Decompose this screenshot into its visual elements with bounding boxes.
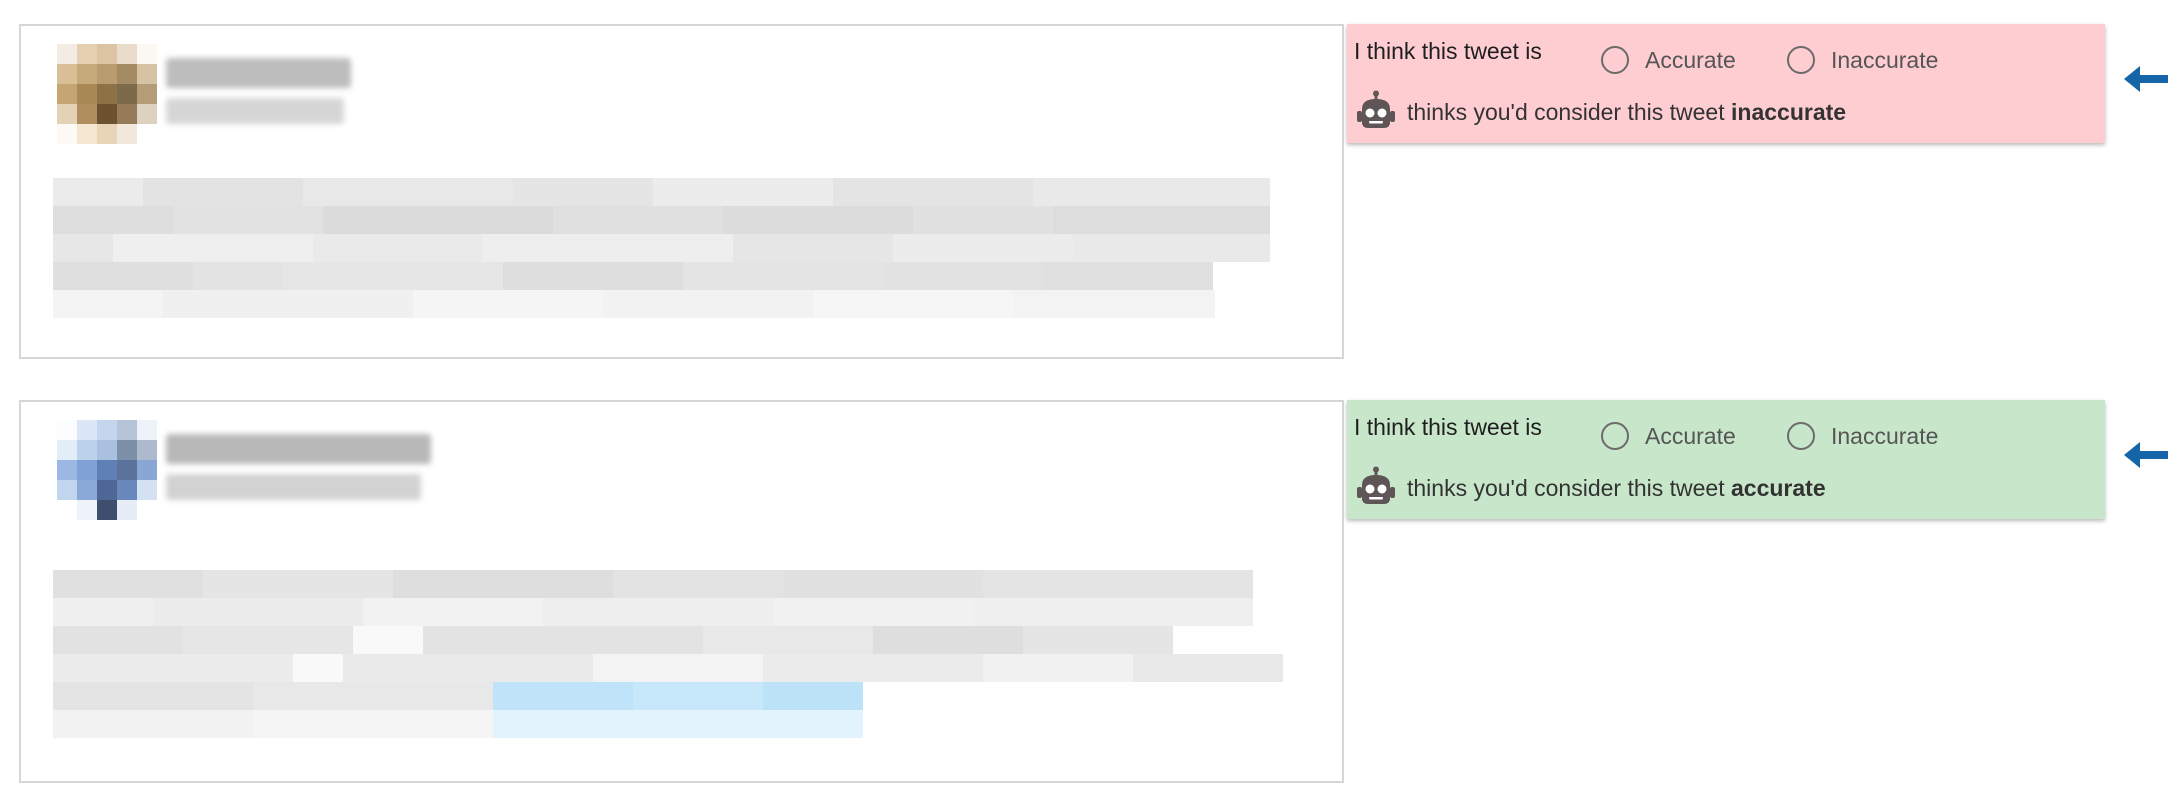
tweet-card xyxy=(19,400,1344,783)
ai-prediction: thinks you'd consider this tweet accurat… xyxy=(1354,466,1826,510)
author-handle-redacted xyxy=(166,474,421,500)
author-name-redacted xyxy=(166,434,431,464)
tweet-text-redacted xyxy=(53,570,1283,738)
annotation-panel: I think this tweet is Accurate Inaccurat… xyxy=(1347,400,2105,519)
page: I think this tweet is Accurate Inaccurat… xyxy=(0,0,2177,796)
ai-prediction: thinks you'd consider this tweet inaccur… xyxy=(1354,90,1846,134)
annotation-prompt: I think this tweet is xyxy=(1354,38,1542,64)
ai-prefix: thinks you'd consider this tweet xyxy=(1407,474,1725,501)
tweet-row: I think this tweet is Accurate Inaccurat… xyxy=(0,24,2177,359)
accurate-label[interactable]: Accurate xyxy=(1645,47,1736,74)
annotation-prompt: I think this tweet is xyxy=(1354,414,1542,440)
accurate-label[interactable]: Accurate xyxy=(1645,423,1736,450)
tweet-card xyxy=(19,24,1344,359)
tweet-row: I think this tweet is Accurate Inaccurat… xyxy=(0,400,2177,783)
radio-unchecked-icon[interactable] xyxy=(1601,46,1629,74)
ai-prediction-text: thinks you'd consider this tweet accurat… xyxy=(1407,475,1826,502)
author-handle-redacted xyxy=(166,98,344,124)
ai-verdict: accurate xyxy=(1731,474,1826,501)
inaccurate-radio[interactable]: Inaccurate xyxy=(1787,422,1938,450)
author-name-redacted xyxy=(166,58,351,88)
inaccurate-radio[interactable]: Inaccurate xyxy=(1787,46,1938,74)
robot-icon xyxy=(1357,90,1395,128)
ai-verdict: inaccurate xyxy=(1731,98,1847,125)
left-arrow-icon xyxy=(2124,66,2168,92)
accurate-radio[interactable]: Accurate xyxy=(1601,46,1736,74)
inaccurate-label[interactable]: Inaccurate xyxy=(1831,423,1938,450)
left-arrow-icon xyxy=(2124,442,2168,468)
annotation-panel: I think this tweet is Accurate Inaccurat… xyxy=(1347,24,2105,143)
radio-unchecked-icon[interactable] xyxy=(1787,422,1815,450)
accurate-radio[interactable]: Accurate xyxy=(1601,422,1736,450)
ai-prediction-text: thinks you'd consider this tweet inaccur… xyxy=(1407,99,1846,126)
robot-icon xyxy=(1357,466,1395,504)
radio-unchecked-icon[interactable] xyxy=(1601,422,1629,450)
inaccurate-label[interactable]: Inaccurate xyxy=(1831,47,1938,74)
avatar xyxy=(57,420,157,520)
radio-unchecked-icon[interactable] xyxy=(1787,46,1815,74)
tweet-text-redacted xyxy=(53,178,1270,318)
ai-prefix: thinks you'd consider this tweet xyxy=(1407,98,1725,125)
avatar xyxy=(57,44,157,144)
